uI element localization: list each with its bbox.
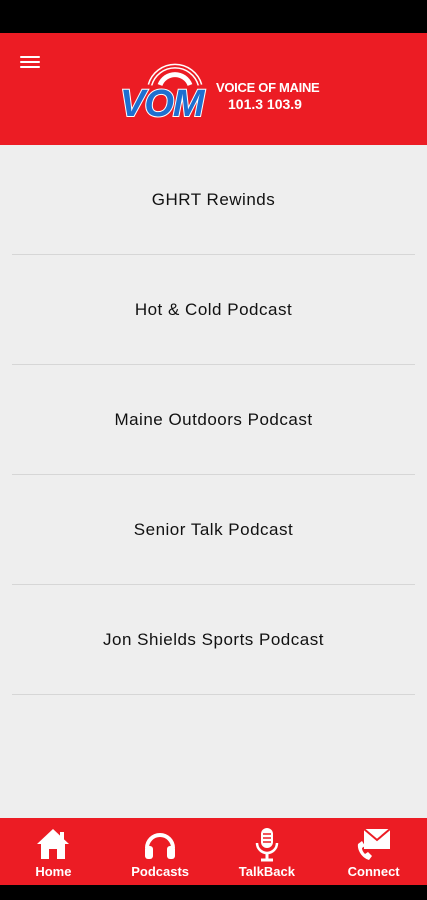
podcast-list: GHRT Rewinds Hot & Cold Podcast Maine Ou… — [0, 145, 427, 818]
list-item-label: Hot & Cold Podcast — [134, 299, 293, 319]
list-item[interactable]: Jon Shields Sports Podcast — [12, 585, 415, 695]
list-item[interactable]: Maine Outdoors Podcast — [12, 365, 415, 475]
bottom-tab-bar: Home Podcasts TalkBack Connect — [0, 818, 427, 885]
tab-podcasts[interactable]: Podcasts — [107, 818, 214, 885]
system-navigation-bar — [0, 885, 427, 900]
tab-label: Podcasts — [131, 864, 190, 879]
home-icon — [37, 829, 70, 859]
logo-tagline: VOICE OF MAINE — [216, 80, 320, 95]
tab-label: TalkBack — [238, 864, 295, 879]
list-item-label: Jon Shields Sports Podcast — [103, 629, 324, 649]
station-logo: VOM VOICE OF MAINE 101.3 103.9 — [119, 55, 335, 125]
list-item[interactable]: GHRT Rewinds — [12, 145, 415, 255]
tab-connect[interactable]: Connect — [320, 818, 427, 885]
status-bar — [0, 0, 427, 33]
tab-talkback[interactable]: TalkBack — [214, 818, 321, 885]
tab-home[interactable]: Home — [0, 818, 107, 885]
microphone-icon — [255, 828, 279, 862]
headphones-icon — [145, 833, 176, 859]
list-item-label: Senior Talk Podcast — [133, 519, 294, 539]
envelope-phone-icon — [357, 828, 391, 860]
list-item[interactable]: Senior Talk Podcast — [12, 475, 415, 585]
app-header: VOM VOICE OF MAINE 101.3 103.9 — [0, 33, 427, 145]
hamburger-menu-icon[interactable] — [18, 53, 44, 75]
tab-label: Home — [35, 864, 72, 879]
logo-frequencies: 101.3 103.9 — [228, 96, 302, 112]
list-item-label: Maine Outdoors Podcast — [114, 409, 313, 429]
tab-label: Connect — [347, 864, 400, 879]
logo-brand-text: VOM — [119, 83, 206, 125]
list-item-label: GHRT Rewinds — [151, 189, 276, 209]
list-item[interactable]: Hot & Cold Podcast — [12, 255, 415, 365]
